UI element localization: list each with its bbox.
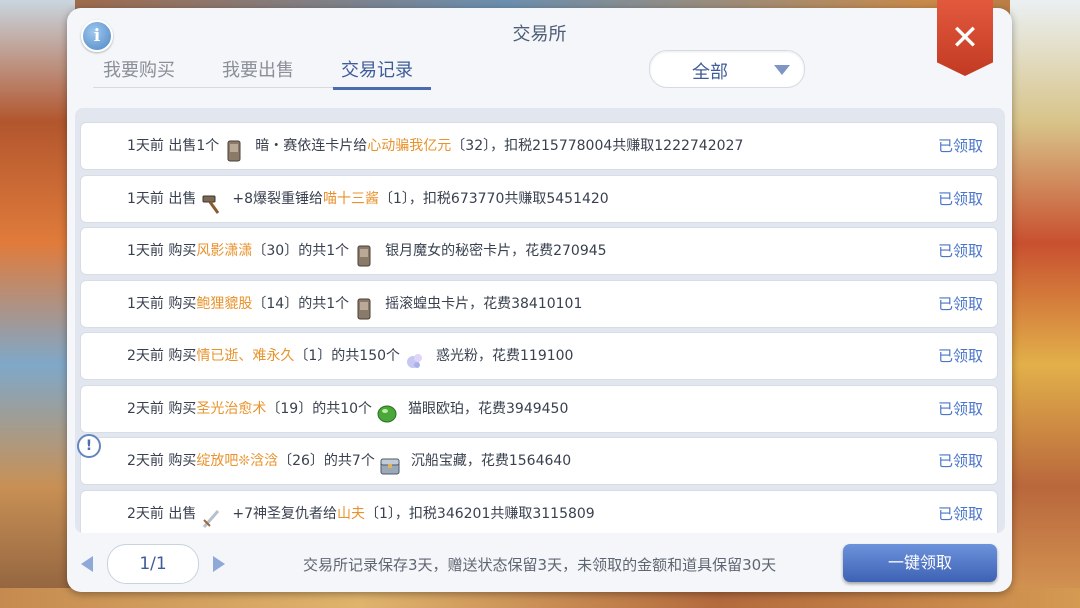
card-icon bbox=[353, 293, 375, 319]
tab-divider bbox=[93, 87, 343, 88]
record-detail: 〔1〕，扣税673770共赚取5451420 bbox=[379, 190, 609, 207]
exchange-panel: i 交易所 ✕ 我要购买 我要出售 交易记录 全部 1天前 出售1个 暗・赛依连卡… bbox=[67, 0, 1012, 592]
record-action: 出售 bbox=[168, 190, 197, 207]
record-text: 2天前 出售 +7神圣复仇者给山夫〔1〕，扣税346201共赚取3115809 bbox=[127, 491, 595, 534]
record-row: 1天前 购买风影潇潇〔30〕的共1个 银月魔女的秘密卡片，花费270945 已领取 bbox=[80, 227, 998, 275]
claimed-status: 已领取 bbox=[937, 399, 983, 418]
background-scenery-right bbox=[1010, 0, 1080, 608]
record-action: 购买 bbox=[168, 400, 197, 417]
card-icon bbox=[223, 135, 245, 162]
record-detail: 〔32〕，扣税215778004共赚取1222742027 bbox=[451, 138, 744, 154]
record-quantity: 〔14〕的共1个 bbox=[252, 295, 350, 312]
record-action: 购买 bbox=[168, 348, 197, 364]
claimed-status: 已领取 bbox=[937, 452, 983, 470]
record-text: 2天前 购买绽放吧❊浛浛〔26〕的共7个 沉船宝藏，花费1564640 bbox=[127, 438, 571, 484]
player-name: 风影潇潇 bbox=[196, 243, 253, 259]
record-item: 摇滚蝗虫卡片，花费38410101 bbox=[385, 295, 583, 312]
tab-buy[interactable]: 我要购买 bbox=[103, 56, 175, 82]
player-name: 情已逝、难永久 bbox=[196, 348, 295, 364]
powder-icon bbox=[404, 345, 426, 368]
record-time: 1天前 bbox=[127, 190, 164, 207]
claimed-status: 已领取 bbox=[937, 347, 983, 365]
record-item: 沉船宝藏，花费1564640 bbox=[410, 453, 572, 469]
record-time: 1天前 bbox=[127, 243, 164, 259]
record-quantity: 〔19〕的共10个 bbox=[266, 400, 373, 417]
record-item: 猫眼欧珀，花费3949450 bbox=[408, 400, 569, 417]
record-quantity: 〔1〕的共150个 bbox=[294, 348, 401, 364]
record-text: 1天前 出售 +8爆裂重锤给喵十三酱〔1〕，扣税673770共赚取5451420 bbox=[127, 176, 609, 222]
player-name: 绽放吧❊浛浛 bbox=[196, 453, 279, 469]
player-name: 山夫 bbox=[337, 505, 366, 522]
record-item: 暗・赛依连卡片给 bbox=[255, 138, 368, 154]
chevron-down-icon bbox=[774, 65, 790, 75]
next-page-icon[interactable] bbox=[213, 556, 225, 572]
record-item: +7神圣复仇者给 bbox=[232, 505, 338, 522]
tab-sell[interactable]: 我要出售 bbox=[222, 56, 294, 82]
filter-selected: 全部 bbox=[692, 62, 728, 83]
record-text: 1天前 购买风影潇潇〔30〕的共1个 银月魔女的秘密卡片，花费270945 bbox=[127, 228, 607, 274]
player-name: 心动骗我亿元 bbox=[367, 138, 452, 154]
record-action: 出售 bbox=[168, 505, 197, 522]
claim-all-button[interactable]: 一键领取 bbox=[843, 544, 997, 582]
background-scenery-left bbox=[0, 0, 75, 608]
prev-page-icon[interactable] bbox=[81, 556, 93, 572]
filter-dropdown[interactable]: 全部 bbox=[649, 50, 805, 88]
record-text: 1天前 出售1个 暗・赛依连卡片给心动骗我亿元〔32〕，扣税215778004共赚… bbox=[127, 123, 743, 169]
retention-note: 交易所记录保存3天，赠送状态保留3天，未领取的金额和道具保留30天 bbox=[303, 556, 777, 574]
claimed-status: 已领取 bbox=[937, 242, 983, 260]
record-item: 惑光粉，花费119100 bbox=[436, 348, 574, 364]
record-item: 银月魔女的秘密卡片，花费270945 bbox=[385, 243, 607, 259]
record-time: 1天前 bbox=[127, 138, 164, 154]
player-name: 鲍狸貔股 bbox=[196, 295, 253, 312]
close-button[interactable]: ✕ bbox=[937, 0, 993, 76]
record-row: 2天前 购买情已逝、难永久〔1〕的共150个 惑光粉，花费119100 已领取 bbox=[80, 332, 998, 380]
claimed-status: 已领取 bbox=[937, 504, 983, 523]
record-time: 1天前 bbox=[127, 295, 164, 312]
record-text: 2天前 购买情已逝、难永久〔1〕的共150个 惑光粉，花费119100 bbox=[127, 333, 573, 379]
card-icon bbox=[353, 240, 375, 267]
record-quantity: 〔26〕的共7个 bbox=[278, 453, 375, 469]
record-text: 1天前 购买鲍狸貔股〔14〕的共1个 摇滚蝗虫卡片，花费38410101 bbox=[127, 281, 582, 327]
record-action: 出售1个 bbox=[168, 138, 220, 154]
record-row: 1天前 出售 +8爆裂重锤给喵十三酱〔1〕，扣税673770共赚取5451420 已… bbox=[80, 174, 998, 223]
page-title: 交易所 bbox=[512, 24, 567, 45]
record-row: 2天前 购买圣光治愈术〔19〕的共10个 猫眼欧珀，花费3949450 已领取 bbox=[80, 384, 998, 433]
claimed-status: 已领取 bbox=[937, 189, 983, 208]
record-quantity: 〔30〕的共1个 bbox=[252, 243, 350, 259]
close-icon: ✕ bbox=[950, 18, 980, 58]
record-time: 2天前 bbox=[127, 505, 164, 522]
record-action: 购买 bbox=[168, 243, 197, 259]
claimed-status: 已领取 bbox=[937, 137, 983, 155]
record-list[interactable]: 1天前 出售1个 暗・赛依连卡片给心动骗我亿元〔32〕，扣税215778004共赚… bbox=[75, 108, 1005, 533]
record-row: 2天前 购买绽放吧❊浛浛〔26〕的共7个 沉船宝藏，花费1564640 已领取 bbox=[80, 437, 998, 485]
record-row: 1天前 购买鲍狸貔股〔14〕的共1个 摇滚蝗虫卡片，花费38410101 已领取 bbox=[80, 279, 998, 328]
record-time: 2天前 bbox=[127, 400, 164, 417]
player-name: 圣光治愈术 bbox=[196, 400, 267, 417]
record-action: 购买 bbox=[168, 453, 197, 469]
record-row: 2天前 出售 +7神圣复仇者给山夫〔1〕，扣税346201共赚取3115809 已领… bbox=[80, 489, 998, 534]
record-text: 2天前 购买圣光治愈术〔19〕的共10个 猫眼欧珀，花费3949450 bbox=[127, 386, 568, 432]
record-time: 2天前 bbox=[127, 348, 164, 364]
sword-icon bbox=[200, 503, 222, 528]
player-name: 喵十三酱 bbox=[323, 190, 380, 207]
alert-icon[interactable]: ! bbox=[77, 434, 101, 458]
claimed-status: 已领取 bbox=[937, 294, 983, 313]
tab-records[interactable]: 交易记录 bbox=[341, 56, 413, 82]
record-row: 1天前 出售1个 暗・赛依连卡片给心动骗我亿元〔32〕，扣税215778004共赚… bbox=[80, 122, 998, 170]
chest-icon bbox=[379, 450, 401, 475]
active-tab-indicator bbox=[333, 87, 431, 90]
record-detail: 〔1〕，扣税346201共赚取3115809 bbox=[365, 505, 595, 522]
gem-icon bbox=[376, 398, 398, 422]
hammer-icon bbox=[200, 188, 222, 214]
record-action: 购买 bbox=[168, 295, 197, 312]
record-time: 2天前 bbox=[127, 453, 164, 469]
record-item: +8爆裂重锤给 bbox=[232, 190, 324, 207]
page-indicator: 1/1 bbox=[107, 544, 199, 584]
